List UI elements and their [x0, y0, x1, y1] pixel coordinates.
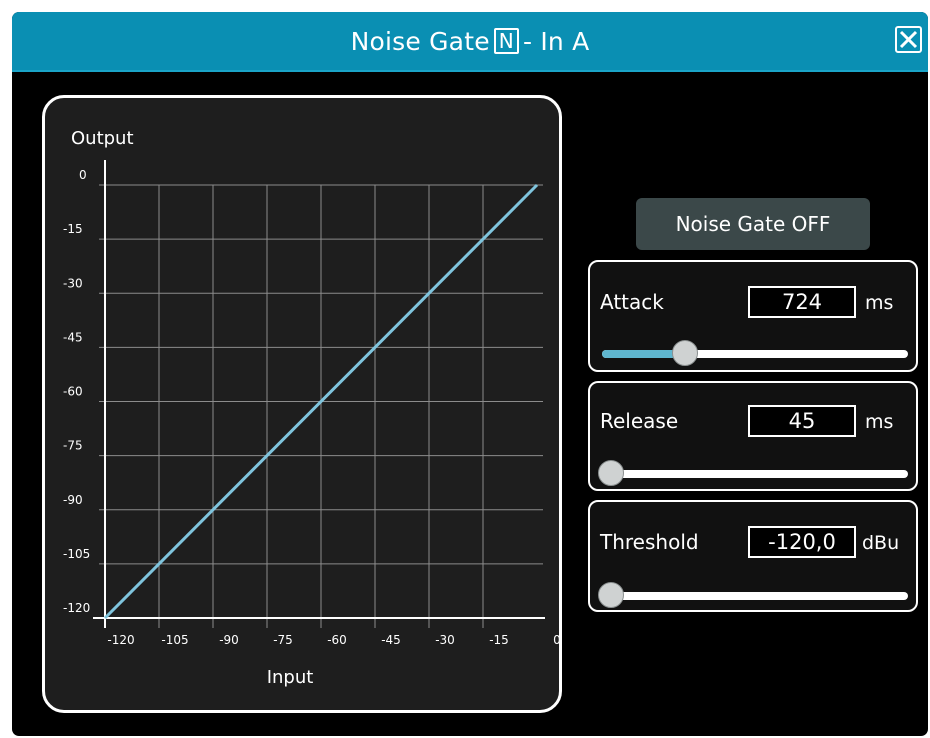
attack-slider-thumb[interactable] [671, 340, 698, 366]
transfer-graph: 0 -15 -30 -45 -60 -75 -90 -105 -120 -120 -105 -90 -7… [63, 128, 559, 688]
title-bar: Noise Gate N - In A [12, 12, 928, 72]
attack-label: Attack [600, 290, 664, 314]
title-text: Noise Gate [350, 26, 490, 56]
x-tick-label: -105 [161, 633, 188, 647]
release-unit: ms [865, 411, 894, 433]
attack-panel: Attack 724 ms [588, 260, 918, 372]
x-tick-label: 0 [553, 633, 559, 647]
x-tick-label: -120 [107, 633, 134, 647]
threshold-value-field[interactable]: -120,0 [748, 526, 856, 558]
release-value-field[interactable]: 45 [748, 405, 856, 437]
y-tick-label: -60 [63, 385, 83, 399]
y-axis-title: Output [71, 128, 134, 149]
threshold-slider-thumb[interactable] [598, 582, 625, 608]
release-slider[interactable] [598, 460, 908, 486]
y-tick-label: 0 [79, 168, 87, 182]
y-tick-label: -120 [63, 601, 90, 615]
y-tick-label: -105 [63, 547, 90, 561]
y-tick-label: -75 [63, 439, 83, 453]
title-badge: N [493, 28, 519, 54]
x-tick-label: -30 [435, 633, 455, 647]
y-tick-label: -90 [63, 493, 83, 507]
x-tick-label: -90 [219, 633, 239, 647]
window-title: Noise Gate N - In A [12, 12, 928, 70]
x-tick-label: -15 [489, 633, 509, 647]
threshold-panel: Threshold -120,0 dBu [588, 500, 918, 612]
close-button[interactable] [895, 26, 922, 53]
release-panel: Release 45 ms [588, 381, 918, 491]
attack-slider[interactable] [602, 340, 908, 366]
release-slider-thumb[interactable] [598, 460, 625, 486]
close-icon [899, 30, 918, 49]
threshold-slider[interactable] [598, 582, 908, 608]
x-axis-title: Input [267, 667, 314, 688]
x-tick-label: -75 [273, 633, 293, 647]
noise-gate-window: Noise Gate N - In A 0 -15 -30 -45 -60 -75 -90 -… [12, 12, 928, 736]
noise-gate-toggle-button[interactable]: Noise Gate OFF [636, 198, 870, 250]
transfer-graph-panel: 0 -15 -30 -45 -60 -75 -90 -105 -120 -120 -105 -90 -7… [42, 95, 562, 713]
threshold-unit: dBu [862, 532, 900, 554]
attack-value-field[interactable]: 724 [748, 286, 856, 318]
y-tick-label: -15 [63, 222, 83, 236]
y-tick-label: -30 [63, 276, 83, 290]
x-tick-label: -45 [381, 633, 401, 647]
y-tick-label: -45 [63, 330, 83, 344]
x-tick-label: -60 [327, 633, 347, 647]
attack-unit: ms [865, 292, 894, 314]
threshold-label: Threshold [600, 530, 699, 554]
title-suffix: - In A [522, 26, 590, 56]
release-label: Release [600, 409, 679, 433]
